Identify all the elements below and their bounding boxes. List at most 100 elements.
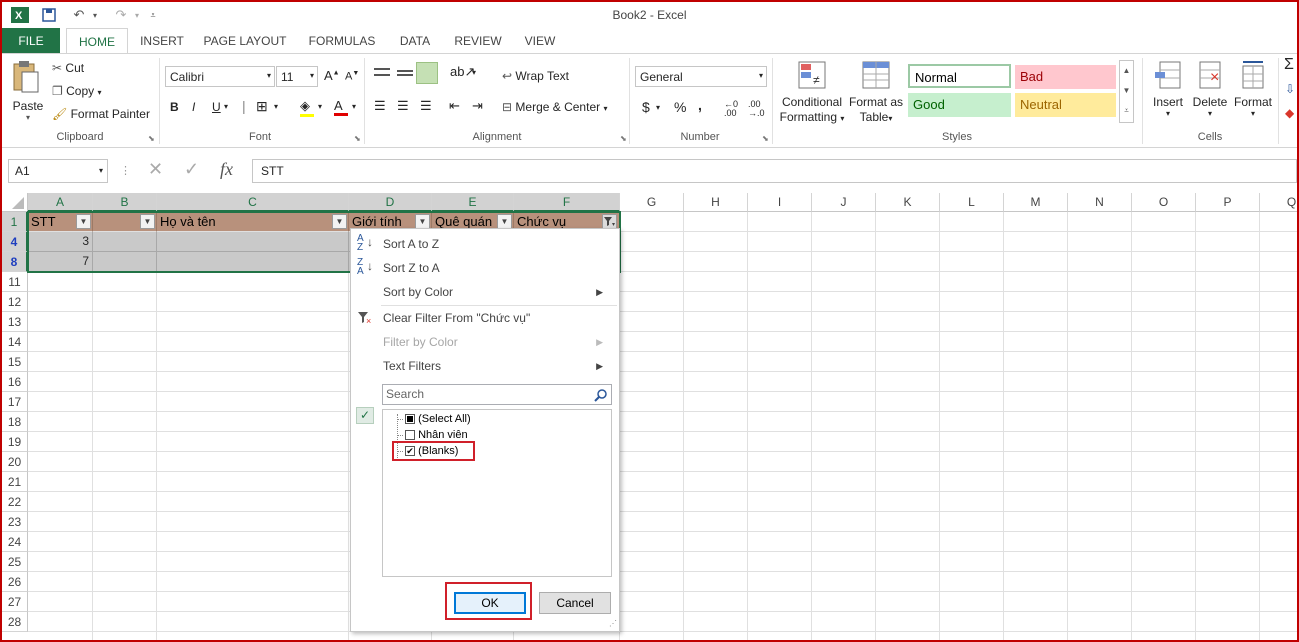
insert-cells-button[interactable]: Insert ▾ bbox=[1148, 60, 1188, 118]
menu-sort-z-a[interactable]: Sort Z to A bbox=[383, 259, 440, 277]
resize-grip-icon[interactable]: ⋰ bbox=[609, 619, 617, 628]
accounting-dropdown-icon[interactable]: ▾ bbox=[656, 103, 660, 112]
align-top-icon[interactable] bbox=[374, 66, 390, 80]
borders-dropdown-icon[interactable]: ▾ bbox=[274, 102, 278, 111]
alignment-launcher-icon[interactable]: ⬊ bbox=[620, 134, 627, 143]
column-header-c[interactable]: C bbox=[157, 193, 349, 212]
row-header-23[interactable]: 23 bbox=[2, 512, 28, 532]
menu-sort-a-z[interactable]: Sort A to Z bbox=[383, 235, 439, 253]
style-neutral[interactable]: Neutral bbox=[1015, 93, 1116, 117]
autosum-icon[interactable]: Σ bbox=[1284, 56, 1294, 74]
filter-search-input[interactable]: Search bbox=[382, 384, 612, 405]
style-bad[interactable]: Bad bbox=[1015, 65, 1116, 89]
ok-button[interactable]: OK bbox=[454, 592, 526, 614]
column-header-p[interactable]: P bbox=[1196, 193, 1260, 212]
font-launcher-icon[interactable]: ⬊ bbox=[354, 134, 361, 143]
menu-clear-filter[interactable]: Clear Filter From "Chức vụ" bbox=[383, 309, 530, 327]
row-header-20[interactable]: 20 bbox=[2, 452, 28, 472]
cancel-button[interactable]: Cancel bbox=[539, 592, 611, 614]
borders-icon[interactable]: ⊞ bbox=[256, 98, 268, 115]
column-header-o[interactable]: O bbox=[1132, 193, 1196, 212]
select-all-corner[interactable] bbox=[2, 193, 28, 212]
gallery-more-icon[interactable]: ⩡ bbox=[1120, 101, 1133, 121]
row-header-4[interactable]: 4 bbox=[2, 232, 28, 252]
comma-style-icon[interactable]: , bbox=[698, 97, 702, 113]
bold-icon[interactable]: B bbox=[170, 100, 179, 114]
cell-c4[interactable] bbox=[157, 232, 349, 252]
styles-gallery-scroll[interactable]: ▲ ▼ ⩡ bbox=[1119, 60, 1134, 123]
row-header-15[interactable]: 15 bbox=[2, 352, 28, 372]
row-header-25[interactable]: 25 bbox=[2, 552, 28, 572]
drag-handle-icon[interactable]: ⋮ bbox=[120, 164, 131, 177]
row-header-8[interactable]: 8 bbox=[2, 252, 28, 272]
filter-dropdown-a-icon[interactable]: ▼ bbox=[76, 214, 91, 229]
column-header-h[interactable]: H bbox=[684, 193, 748, 212]
checkbox-nhan-vien[interactable] bbox=[405, 430, 415, 441]
column-header-i[interactable]: I bbox=[748, 193, 812, 212]
row-header-21[interactable]: 21 bbox=[2, 472, 28, 492]
filter-dropdown-c-icon[interactable]: ▼ bbox=[332, 214, 347, 229]
column-header-j[interactable]: J bbox=[812, 193, 876, 212]
cell-b4[interactable] bbox=[93, 232, 157, 252]
underline-dropdown-icon[interactable]: ▾ bbox=[224, 102, 228, 111]
cut-button[interactable]: ✂ Cut bbox=[52, 61, 84, 75]
align-right-icon[interactable]: ☰ bbox=[420, 98, 432, 114]
tab-review[interactable]: REVIEW bbox=[448, 28, 508, 54]
column-header-l[interactable]: L bbox=[940, 193, 1004, 212]
clipboard-launcher-icon[interactable]: ⬊ bbox=[148, 134, 155, 143]
align-bottom-icon[interactable] bbox=[416, 62, 438, 84]
checkbox-select-all[interactable] bbox=[405, 414, 415, 425]
tab-page-layout[interactable]: PAGE LAYOUT bbox=[198, 28, 292, 54]
worksheet-grid[interactable]: A B C D E F G H I J K L M N O P Q 1 4 8 … bbox=[2, 193, 1297, 640]
increase-decimal-icon[interactable]: ←0.00 bbox=[724, 100, 738, 118]
cell-c8[interactable] bbox=[157, 252, 349, 272]
row-header-19[interactable]: 19 bbox=[2, 432, 28, 452]
column-header-q[interactable]: Q bbox=[1260, 193, 1297, 212]
align-center-icon[interactable]: ☰ bbox=[397, 98, 409, 114]
shrink-font-icon[interactable]: A▼ bbox=[345, 70, 359, 83]
format-as-table-button[interactable]: Format as Table▾ bbox=[848, 60, 904, 130]
underline-icon[interactable]: U bbox=[212, 100, 221, 114]
fill-dropdown-icon[interactable]: ▾ bbox=[318, 102, 322, 111]
row-header-14[interactable]: 14 bbox=[2, 332, 28, 352]
column-header-a[interactable]: A bbox=[28, 193, 93, 212]
filter-item-select-all[interactable]: (Select All) bbox=[405, 412, 471, 427]
clear-icon[interactable]: ◆ bbox=[1285, 106, 1294, 120]
scroll-up-icon[interactable]: ▲ bbox=[1120, 61, 1133, 81]
header-cell-ho-ten[interactable]: Họ và tên bbox=[157, 212, 349, 232]
filter-dropdown-b-icon[interactable]: ▼ bbox=[140, 214, 155, 229]
tab-insert[interactable]: INSERT bbox=[136, 28, 188, 54]
row-header-16[interactable]: 16 bbox=[2, 372, 28, 392]
number-launcher-icon[interactable]: ⬊ bbox=[762, 134, 769, 143]
row-header-13[interactable]: 13 bbox=[2, 312, 28, 332]
row-header-26[interactable]: 26 bbox=[2, 572, 28, 592]
cancel-entry-icon[interactable]: ✕ bbox=[148, 159, 163, 180]
formula-input[interactable]: STT bbox=[252, 159, 1297, 183]
tab-file[interactable]: FILE bbox=[2, 28, 60, 54]
cell-a4[interactable]: 3 bbox=[28, 232, 93, 252]
tab-home[interactable]: HOME bbox=[66, 28, 128, 54]
tab-view[interactable]: VIEW bbox=[518, 28, 562, 54]
copy-button[interactable]: ❐ Copy ▾ bbox=[52, 84, 101, 98]
column-header-m[interactable]: M bbox=[1004, 193, 1068, 212]
decrease-indent-icon[interactable]: ⇤ bbox=[449, 98, 460, 114]
align-middle-icon[interactable] bbox=[397, 66, 413, 80]
row-header-11[interactable]: 11 bbox=[2, 272, 28, 292]
font-name-select[interactable]: Calibri ▾ bbox=[165, 66, 275, 87]
menu-sort-by-color[interactable]: Sort by Color ▶ bbox=[383, 283, 613, 301]
filter-dropdown-e-icon[interactable]: ▼ bbox=[497, 214, 512, 229]
filter-dropdown-d-icon[interactable]: ▼ bbox=[415, 214, 430, 229]
menu-text-filters[interactable]: Text Filters ▶ bbox=[383, 357, 613, 375]
empty-cells-top[interactable] bbox=[620, 212, 1297, 272]
filter-active-f-icon[interactable] bbox=[602, 214, 617, 229]
paste-button[interactable]: Paste ▾ bbox=[10, 60, 46, 122]
column-header-g[interactable]: G bbox=[620, 193, 684, 212]
insert-function-icon[interactable]: fx bbox=[220, 159, 233, 180]
column-header-k[interactable]: K bbox=[876, 193, 940, 212]
row-header-17[interactable]: 17 bbox=[2, 392, 28, 412]
merge-center-button[interactable]: ⊟ Merge & Center ▾ bbox=[502, 100, 607, 114]
font-color-dropdown-icon[interactable]: ▾ bbox=[352, 102, 356, 111]
row-header-18[interactable]: 18 bbox=[2, 412, 28, 432]
tab-data[interactable]: DATA bbox=[392, 28, 438, 54]
menu-filter-by-color[interactable]: Filter by Color ▶ bbox=[383, 333, 613, 351]
